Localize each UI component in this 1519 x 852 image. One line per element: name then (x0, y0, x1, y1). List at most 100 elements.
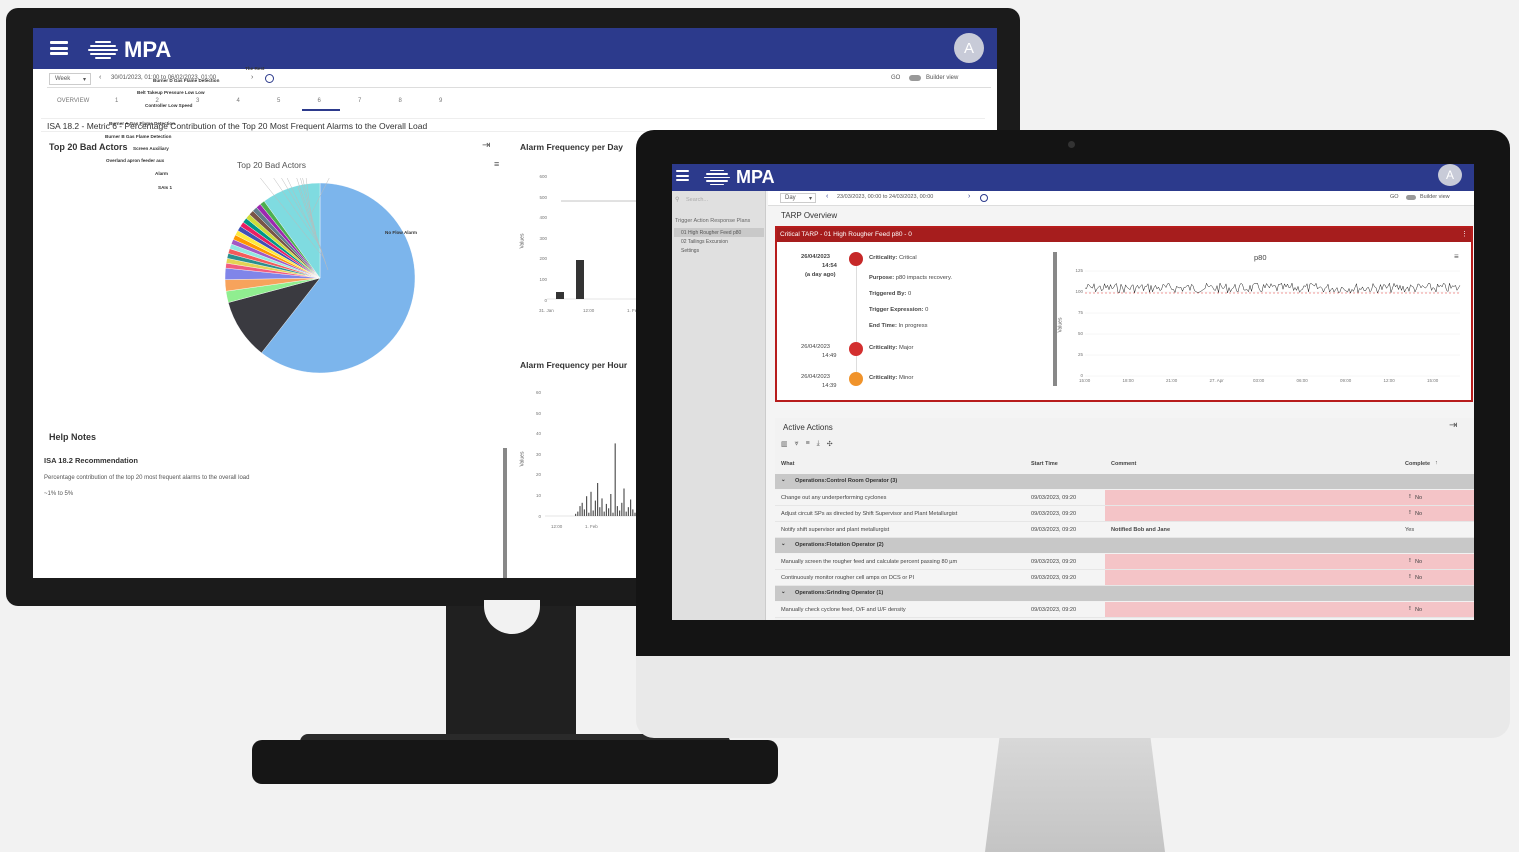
actions-table-body: ⌄ Operations:Control Room Operator (3) Cha… (775, 474, 1474, 620)
density-icon[interactable]: ≡ (806, 440, 810, 448)
brand-logo: MPA (704, 167, 775, 188)
event-time: 14:54 (822, 263, 837, 269)
cell-start-time: 09/03/2023, 09:20 (1031, 511, 1077, 517)
table-row[interactable]: Manually check cyclone feed, O/F and U/F… (775, 602, 1474, 618)
freq-hour-bar (623, 488, 625, 516)
expand-icon[interactable]: ⌄ (781, 477, 786, 483)
table-row[interactable]: Notify shift supervisor and plant metall… (775, 522, 1474, 538)
pie-label: Burner A Gas Flame Detection (109, 121, 176, 126)
x-tick: 15:00 (1079, 378, 1091, 383)
cell-what: Manually check cyclone feed, O/F and U/F… (781, 607, 906, 613)
right-monitor-screen: MPA A ⚲ Search... Trigger Action Respons… (672, 164, 1474, 620)
cell-complete[interactable]: Yes (1405, 527, 1414, 533)
col-complete[interactable]: Complete (1405, 461, 1430, 467)
group-name: Operations:Flotation Operator (2) (795, 542, 884, 548)
tarp-details: Purpose: p80 impacts recovery. Triggered… (869, 270, 952, 334)
cell-complete[interactable]: No (1415, 511, 1422, 517)
group-row[interactable]: ⌄ Operations:Grinding Operator (1) (775, 586, 1474, 601)
pie-label: Screen Auxiliary (133, 146, 169, 151)
sidebar-item-tarp-02[interactable]: 02 Tailings Excursion (681, 239, 728, 245)
clock-icon[interactable] (980, 194, 988, 202)
table-row[interactable]: Change out any underperforming cyclones 0… (775, 490, 1474, 506)
search-icon: ⚲ (675, 197, 680, 203)
event-date: 26/04/2023 (801, 344, 831, 350)
chevron-left-icon[interactable]: ‹ (826, 193, 828, 200)
freq-hour-bar (588, 512, 590, 516)
group-row[interactable]: ⌄ Operations:Control Room Operator (3) (775, 474, 1474, 489)
go-button[interactable]: GO (1390, 194, 1399, 200)
p80-chart (1085, 270, 1461, 377)
sidebar-search-input[interactable]: Search... (686, 197, 708, 203)
brand-name: MPA (736, 167, 775, 187)
p80-chart-title: p80 (1254, 253, 1267, 262)
event-time: 14:39 (822, 383, 837, 389)
y-tick: 10 (535, 493, 541, 498)
criticality-dot-icon[interactable] (849, 372, 863, 386)
table-row[interactable]: Continuously monitor rougher cell amps o… (775, 570, 1474, 586)
builder-view-toggle[interactable] (1406, 195, 1416, 200)
scrollbar[interactable] (503, 448, 507, 578)
avatar[interactable]: A (954, 33, 984, 63)
date-range[interactable]: 23/03/2023, 00:00 to 24/03/2023, 00:00 (837, 194, 933, 200)
table-row[interactable]: Manually screen the rougher feed and cal… (775, 554, 1474, 570)
builder-view-label: Builder view (926, 75, 959, 81)
table-row[interactable]: Adjust circuit SPs as directed by Shift … (775, 506, 1474, 522)
trigger-expr-label: Trigger Expression: (869, 307, 924, 313)
col-comment[interactable]: Comment (1111, 461, 1136, 467)
cell-complete[interactable]: No (1415, 495, 1422, 501)
download-icon[interactable]: ⤓ (817, 440, 820, 448)
col-what[interactable]: What (781, 461, 794, 467)
period-select[interactable]: Day ▾ (780, 193, 816, 203)
go-button[interactable]: GO (891, 75, 900, 81)
menu-icon[interactable] (676, 170, 689, 181)
date-toolbar: Day ▾ ‹ 23/03/2023, 00:00 to 24/03/2023,… (768, 191, 1474, 206)
pie-label: Controller Low Speed (145, 103, 193, 108)
builder-view-toggle[interactable] (909, 75, 921, 81)
y-tick: 50 (535, 410, 541, 416)
x-tick: 03:00 (1253, 378, 1265, 383)
cell-complete[interactable]: No (1415, 575, 1422, 581)
freq-day-title: Alarm Frequency per Day (520, 142, 623, 152)
expand-icon[interactable]: ⌄ (781, 541, 786, 547)
pin-icon[interactable]: ✣ (827, 440, 833, 448)
end-time-value: In progress (898, 323, 928, 329)
cell-start-time: 09/03/2023, 09:20 (1031, 559, 1077, 565)
criticality-dot-icon[interactable] (849, 252, 863, 266)
sidebar-section-title: Trigger Action Response Plans (675, 218, 751, 224)
more-vert-icon[interactable]: ⋮ (1461, 230, 1468, 238)
left-monitor-base (252, 740, 778, 784)
columns-icon[interactable]: ▥ (781, 440, 788, 448)
cell-what: Adjust circuit SPs as directed by Shift … (781, 511, 958, 517)
sidebar-item-tarp-01[interactable]: 01 High Rougher Feed p80 (681, 230, 741, 236)
event-criticality: Criticality: Critical (869, 255, 917, 261)
x-tick: 15:00 (1427, 378, 1439, 383)
freq-day-bar (576, 260, 584, 299)
pie-label: Burner B Gas Flame Detection (105, 134, 172, 139)
criticality-label: Criticality: (869, 255, 899, 261)
freq-day-xticks: 31. Jan 12:00 1. Feb (539, 308, 649, 316)
cell-complete[interactable]: No (1415, 559, 1422, 565)
filter-icon[interactable]: ⩔ (795, 440, 799, 448)
table-toolbar: ▥ ⩔ ≡ ⤓ ✣ (781, 440, 833, 448)
freq-hour-bar (632, 509, 634, 516)
criticality-dot-icon[interactable] (849, 342, 863, 356)
cell-comment[interactable]: Notified Bob and Jane (1111, 527, 1170, 533)
freq-hour-bar (625, 511, 627, 516)
expand-icon[interactable]: ⌄ (781, 589, 786, 595)
sidebar-item-settings[interactable]: Settings (681, 248, 699, 254)
group-row[interactable]: ⌄ Operations:Flotation Operator (2) (775, 538, 1474, 553)
avatar[interactable]: A (1438, 164, 1462, 186)
triggered-value: 0 (908, 291, 912, 297)
cell-start-time: 09/03/2023, 09:20 (1031, 575, 1077, 581)
warning-icon: ! (1409, 558, 1411, 564)
x-tick: 1. Feb (585, 524, 598, 529)
chevron-right-icon[interactable]: › (968, 193, 970, 200)
export-icon[interactable]: ⇥ (1449, 420, 1457, 431)
cell-complete[interactable]: No (1415, 607, 1422, 613)
scrollbar[interactable] (1053, 252, 1057, 386)
y-tick: 60 (535, 390, 541, 395)
col-start-time[interactable]: Start Time (1031, 461, 1058, 467)
p80-series-line (1085, 282, 1461, 294)
sort-arrow-up-icon[interactable]: ↑ (1435, 460, 1438, 466)
chart-menu-icon[interactable]: ≡ (1454, 252, 1459, 261)
